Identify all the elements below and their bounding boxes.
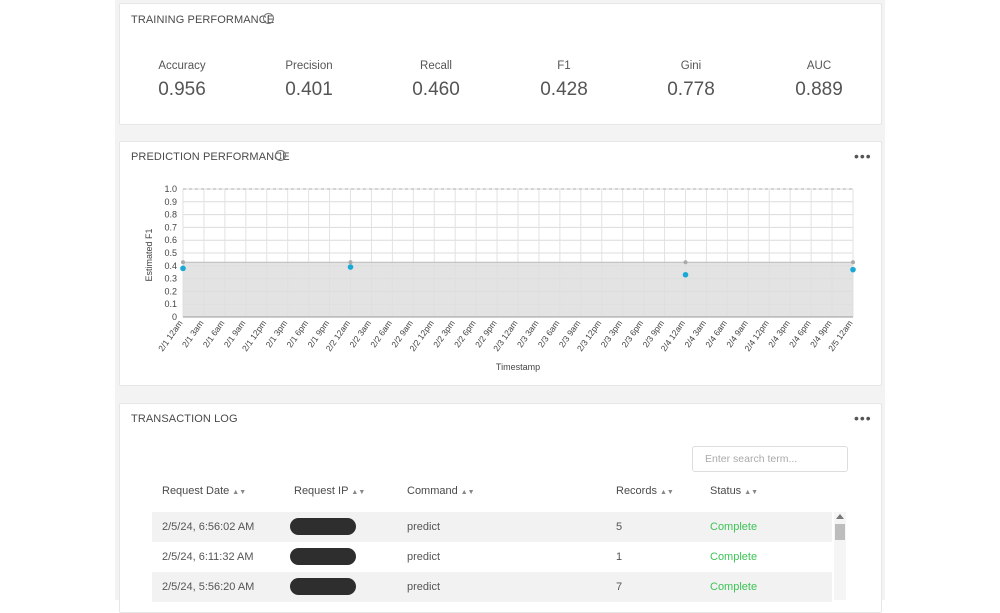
bound-marker — [851, 260, 855, 265]
y-tick-label: 0.6 — [164, 235, 177, 245]
bound-marker — [181, 260, 185, 265]
sort-icon[interactable]: ▲▼ — [232, 489, 246, 496]
metric-f1: F1 0.428 — [509, 60, 619, 101]
bound-marker — [683, 260, 688, 265]
sort-icon[interactable]: ▲▼ — [744, 489, 758, 496]
metric-recall: Recall 0.460 — [381, 60, 491, 101]
metric-value: 0.460 — [412, 79, 460, 100]
bound-marker — [348, 260, 353, 265]
metric-label: Recall — [420, 60, 452, 72]
y-axis-ticks: 00.10.20.30.40.50.60.70.80.91.0 — [164, 184, 177, 322]
metric-accuracy: Accuracy 0.956 — [127, 60, 237, 101]
table-row[interactable]: 2/5/24, 6:11:32 AM predict 1 Complete — [152, 542, 832, 572]
header-label: Records — [616, 485, 657, 497]
cell-request-date: 2/5/24, 6:11:32 AM — [162, 551, 254, 563]
cell-records: 7 — [616, 581, 623, 593]
metric-gini: Gini 0.778 — [636, 60, 746, 101]
metric-auc: AUC 0.889 — [764, 60, 874, 101]
search-input[interactable] — [692, 446, 848, 472]
data-point — [180, 265, 186, 272]
cell-status: Complete — [710, 521, 758, 533]
more-options-icon[interactable]: ••• — [854, 149, 872, 163]
sort-icon[interactable]: ▲▼ — [461, 489, 475, 496]
cell-command: predict — [407, 521, 441, 533]
y-tick-label: 0.1 — [164, 299, 177, 309]
y-tick-label: 0.3 — [164, 274, 177, 284]
y-tick-label: 0.9 — [164, 197, 177, 207]
prediction-performance-title: PREDICTION PERFORMANCE — [131, 151, 290, 163]
cell-status: Complete — [710, 581, 758, 593]
metric-label: AUC — [806, 60, 832, 72]
sort-icon[interactable]: ▲▼ — [660, 489, 674, 496]
cell-records: 1 — [616, 551, 623, 563]
info-icon[interactable]: i — [275, 150, 286, 161]
data-point — [347, 264, 354, 270]
y-tick-label: 0.7 — [164, 222, 177, 232]
metric-label: Gini — [680, 60, 702, 72]
redacted-ip — [290, 548, 356, 565]
metric-value: 0.889 — [795, 79, 843, 100]
threshold-band — [183, 262, 853, 317]
metric-value: 0.956 — [158, 79, 206, 100]
x-axis-ticks: 2/1 12am2/1 3am2/1 6am2/1 9am2/1 12pm2/1… — [156, 318, 855, 353]
metric-value: 0.428 — [540, 79, 588, 100]
training-performance-title: TRAINING PERFORMANCE — [131, 14, 275, 26]
column-header-request-date[interactable]: Request Date ▲▼ — [162, 485, 246, 497]
column-header-command[interactable]: Command ▲▼ — [407, 485, 475, 497]
info-icon[interactable]: i — [263, 13, 274, 24]
metric-label: Accuracy — [158, 60, 206, 72]
table-row[interactable]: 2/5/24, 5:56:20 AM predict 7 Complete — [152, 572, 832, 602]
cell-records: 5 — [616, 521, 623, 533]
header-label: Request Date — [162, 485, 230, 497]
scrollbar-thumb[interactable] — [835, 524, 845, 540]
x-tick-label: 2/1 12am — [156, 318, 185, 353]
redacted-ip — [290, 578, 356, 595]
metric-value: 0.778 — [667, 79, 715, 100]
header-label: Status — [710, 485, 742, 497]
header-label: Request IP — [294, 485, 349, 497]
column-header-request-ip[interactable]: Request IP ▲▼ — [294, 485, 365, 497]
column-header-status[interactable]: Status ▲▼ — [710, 485, 758, 497]
y-tick-label: 1.0 — [164, 184, 177, 194]
sort-icon[interactable]: ▲▼ — [351, 489, 365, 496]
y-tick-label: 0.8 — [164, 210, 177, 220]
x-axis-label: Timestamp — [496, 362, 540, 372]
page-margin — [0, 0, 115, 600]
data-point — [682, 271, 689, 278]
column-header-records[interactable]: Records ▲▼ — [616, 485, 674, 497]
cell-request-date: 2/5/24, 5:56:20 AM — [162, 581, 255, 593]
scroll-up-arrow-icon[interactable] — [836, 514, 844, 519]
cell-command: predict — [407, 581, 441, 593]
transaction-log-title: TRANSACTION LOG — [131, 413, 238, 425]
y-axis-label: Estimated F1 — [144, 228, 154, 281]
more-options-icon[interactable]: ••• — [854, 411, 872, 425]
cell-request-date: 2/5/24, 6:56:02 AM — [162, 521, 255, 533]
metric-value: 0.401 — [285, 79, 333, 100]
y-tick-label: 0.5 — [164, 248, 177, 258]
y-tick-label: 0.4 — [164, 261, 177, 271]
metric-precision: Precision 0.401 — [254, 60, 364, 101]
table-row[interactable]: 2/5/24, 6:56:02 AM predict 5 Complete — [152, 512, 832, 542]
metric-label: F1 — [557, 60, 571, 72]
header-label: Command — [407, 485, 458, 497]
cell-command: predict — [407, 551, 441, 563]
metric-label: Precision — [285, 60, 333, 72]
cell-status: Complete — [710, 551, 758, 563]
y-tick-label: 0.2 — [164, 286, 177, 296]
data-point — [850, 266, 856, 273]
redacted-ip — [290, 518, 356, 535]
f1-chart: 00.10.20.30.40.50.60.70.80.91.0 2/1 12am… — [144, 184, 856, 372]
